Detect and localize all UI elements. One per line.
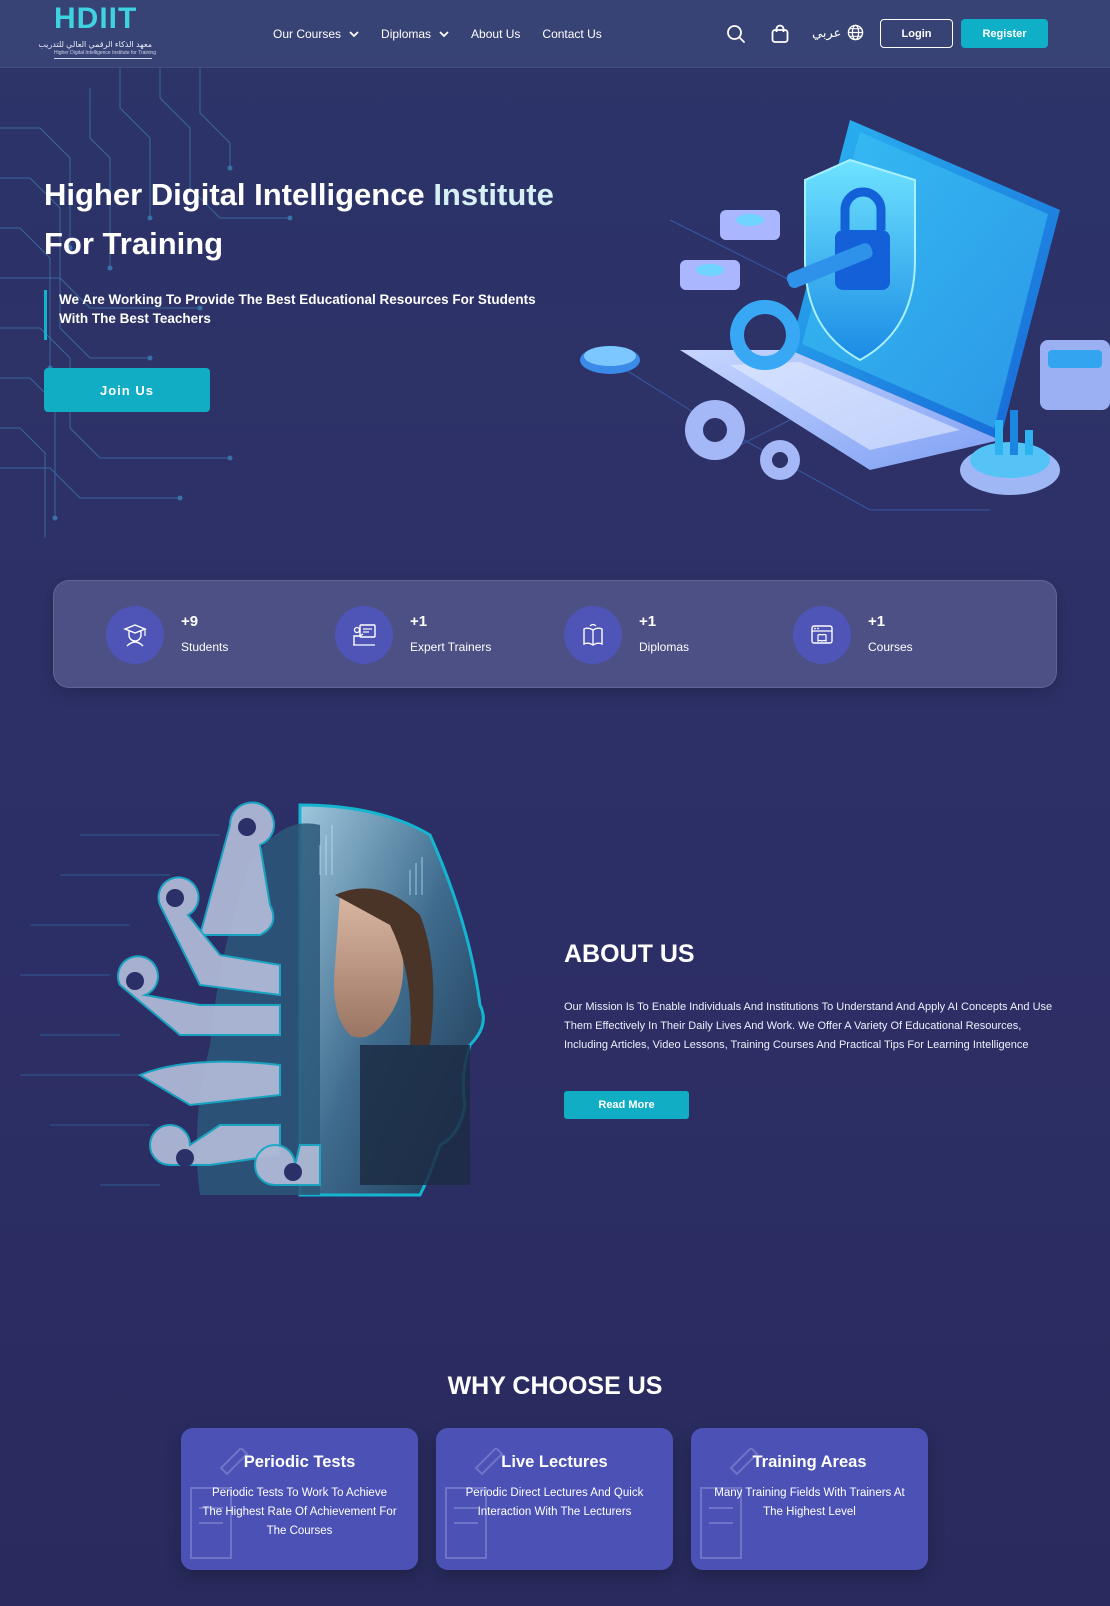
nav-contact-us-label: Contact Us (542, 27, 602, 41)
hero-title-part1: Higher Digital Intelligence (44, 177, 425, 212)
laptop-security-illustration (580, 120, 1110, 511)
feature-card-periodic-tests: Periodic Tests Periodic Tests To Work To… (181, 1428, 418, 1570)
hero-title: Higher Digital Intelligence Institute Fo… (44, 170, 604, 268)
stats-panel: +9 Students +1 Expert Trainers +1 Diplom… (53, 580, 1057, 688)
stat-label: Students (181, 640, 229, 654)
about-text: Our Mission Is To Enable Individuals And… (564, 1001, 1053, 1051)
card-title: Periodic Tests (243, 1453, 356, 1471)
hero-title-part2: Institute (433, 177, 554, 212)
site-logo[interactable]: HDIIT معهد الذكاء الرقمي العالي للتدريب … (38, 2, 156, 62)
nav-our-courses[interactable]: Our Courses (273, 27, 359, 41)
logo-arabic-text: معهد الذكاء الرقمي العالي للتدريب (38, 40, 152, 49)
logo-english-text: Higher Digital Intelligence Institute fo… (54, 50, 156, 56)
trainer-icon (353, 624, 376, 646)
stat-label: Courses (868, 640, 913, 654)
shopping-bag-icon[interactable] (769, 23, 791, 45)
main-nav: Our Courses Diplomas About Us Contact Us (273, 24, 624, 44)
stat-value: +1 (868, 613, 886, 630)
stat-diplomas: +1 Diplomas (564, 606, 764, 664)
ai-head-illustration (20, 801, 485, 1197)
nav-about-us[interactable]: About Us (471, 27, 520, 41)
feature-card-live-lectures: Live Lectures Periodic Direct Lectures A… (436, 1428, 673, 1570)
language-switch[interactable]: عربي (812, 24, 864, 41)
card-title: Live Lectures (501, 1453, 608, 1471)
hero-subtitle: We Are Working To Provide The Best Educa… (44, 290, 554, 340)
nav-diplomas-label: Diplomas (381, 27, 432, 41)
graduate-icon (123, 624, 147, 647)
stat-icon-circle (793, 606, 851, 664)
stat-courses: +1 Courses (793, 606, 993, 664)
stat-value: +1 (410, 613, 428, 630)
nav-about-us-label: About Us (471, 27, 521, 41)
nav-contact-us[interactable]: Contact Us (542, 27, 601, 41)
stat-students: +9 Students (106, 606, 306, 664)
card-text: Periodic Direct Lectures And Quick Inter… (465, 1487, 644, 1518)
book-icon (583, 623, 603, 646)
stat-label: Expert Trainers (410, 640, 492, 654)
site-header: HDIIT معهد الذكاء الرقمي العالي للتدريب … (0, 0, 1110, 68)
stat-expert-trainers: +1 Expert Trainers (335, 606, 535, 664)
nav-diplomas[interactable]: Diplomas (381, 27, 449, 41)
stat-icon-circle (106, 606, 164, 664)
card-text: Many Training Fields With Trainers At Th… (714, 1487, 905, 1518)
stat-label: Diplomas (639, 640, 690, 654)
course-window-icon (811, 625, 833, 644)
logo-mark: HDIIT (54, 2, 138, 35)
language-label: عربي (812, 24, 842, 40)
card-title: Training Areas (752, 1453, 867, 1471)
nav-our-courses-label: Our Courses (273, 27, 342, 41)
logo-underline (54, 58, 152, 59)
register-button[interactable]: Register (961, 19, 1048, 48)
chevron-down-icon (439, 31, 449, 38)
hero-title-part3: For Training (44, 226, 224, 261)
stat-icon-circle (564, 606, 622, 664)
card-text: Periodic Tests To Work To Achieve The Hi… (202, 1487, 397, 1537)
why-choose-us-title: WHY CHOOSE US (447, 1372, 663, 1400)
login-button[interactable]: Login (880, 19, 953, 48)
join-us-button[interactable]: Join Us (44, 368, 210, 412)
stat-value: +1 (639, 613, 657, 630)
about-title: ABOUT US (564, 940, 695, 968)
globe-icon (848, 24, 864, 41)
read-more-button[interactable]: Read More (564, 1091, 689, 1119)
feature-card-training-areas: Training Areas Many Training Fields With… (691, 1428, 928, 1570)
search-icon[interactable] (725, 23, 747, 45)
stat-value: +9 (181, 613, 199, 630)
chevron-down-icon (349, 31, 359, 38)
stat-icon-circle (335, 606, 393, 664)
